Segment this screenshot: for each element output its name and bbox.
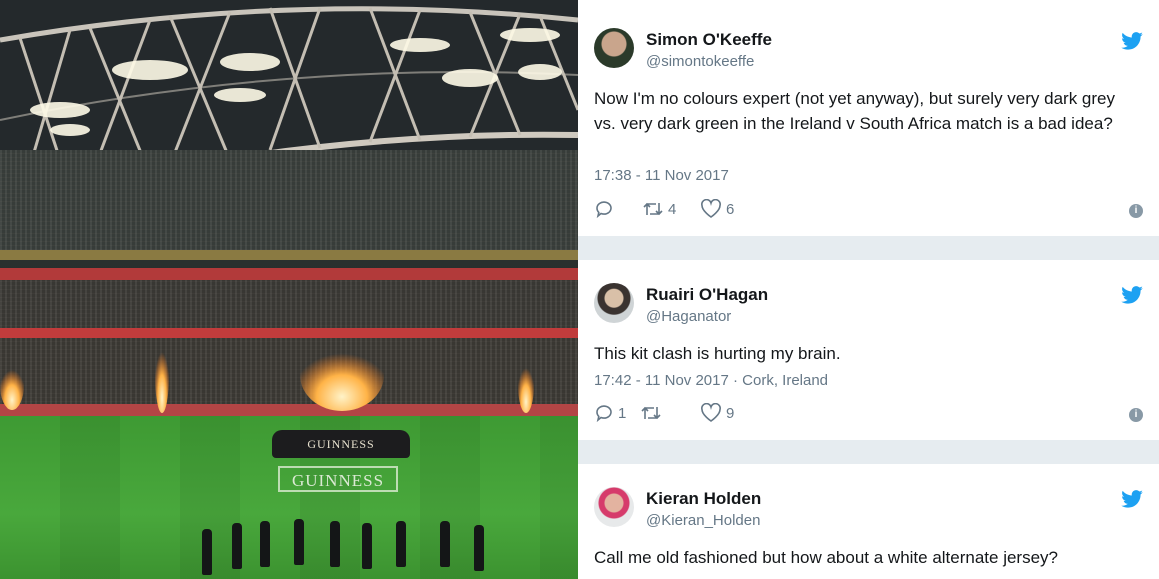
heart-icon	[701, 199, 721, 218]
reply-button[interactable]: 1	[594, 402, 626, 424]
tweet-card[interactable]: Kieran Holden @Kieran_Holden Call me old…	[578, 464, 1159, 579]
upper-tier-crowd	[0, 150, 578, 250]
stand-advert-band	[0, 268, 578, 280]
like-button[interactable]: 9	[700, 402, 734, 424]
retweet-button[interactable]: 4	[642, 198, 676, 220]
info-icon[interactable]: i	[1129, 204, 1143, 218]
middle-tier-crowd	[0, 280, 578, 330]
tweet-author-name[interactable]: Simon O'Keeffe	[646, 30, 772, 50]
tweet-author-handle[interactable]: @Haganator	[646, 308, 731, 325]
tweet-actions: 1 9	[594, 402, 1144, 424]
tweet-text: This kit clash is hurting my brain.	[594, 344, 841, 363]
tweets-panel: Simon O'Keeffe @simontokeeffe Now I'm no…	[578, 0, 1159, 579]
firework-flares	[0, 337, 534, 413]
guinness-banner: GUINNESS	[272, 430, 410, 458]
avatar[interactable]	[594, 487, 634, 527]
tweet-actions: 4 6	[594, 198, 1144, 220]
heart-icon	[701, 403, 721, 422]
stadium-photo: GUINNESS GUINNESS	[0, 0, 578, 579]
like-button[interactable]: 6	[700, 198, 734, 220]
twitter-bird-icon[interactable]	[1121, 490, 1143, 508]
tweet-author-handle[interactable]: @simontokeeffe	[646, 53, 754, 70]
retweet-icon	[643, 202, 663, 216]
retweet-button[interactable]	[640, 402, 666, 424]
like-count: 6	[726, 200, 735, 218]
players-lineup	[190, 515, 510, 579]
tweet-author-name[interactable]: Ruairi O'Hagan	[646, 285, 768, 305]
twitter-bird-icon[interactable]	[1121, 286, 1143, 304]
reply-count: 1	[618, 404, 627, 422]
stand-advert-band	[0, 250, 578, 260]
reply-icon	[596, 405, 612, 423]
like-count: 9	[726, 404, 735, 422]
pitch-logo: GUINNESS	[278, 466, 398, 492]
retweet-count: 4	[668, 200, 677, 218]
reply-button[interactable]	[594, 198, 618, 220]
info-icon[interactable]: i	[1129, 408, 1143, 422]
tweet-card[interactable]: Ruairi O'Hagan @Haganator This kit clash…	[578, 260, 1159, 440]
tweet-author-name[interactable]: Kieran Holden	[646, 489, 761, 509]
tweet-text: Call me old fashioned but how about a wh…	[594, 548, 1059, 567]
tweet-timestamp[interactable]: 17:38 - 11 Nov 2017	[594, 167, 729, 184]
tweet-card[interactable]: Simon O'Keeffe @simontokeeffe Now I'm no…	[578, 0, 1159, 236]
twitter-bird-icon[interactable]	[1121, 32, 1143, 50]
avatar[interactable]	[594, 28, 634, 68]
tweet-author-handle[interactable]: @Kieran_Holden	[646, 512, 760, 529]
tweet-timestamp[interactable]: 17:42 - 11 Nov 2017 · Cork, Ireland	[594, 372, 828, 389]
avatar[interactable]	[594, 283, 634, 323]
reply-icon	[596, 201, 612, 219]
retweet-icon	[641, 406, 661, 420]
tweet-text: Now I'm no colours expert (not yet anywa…	[594, 89, 1116, 133]
